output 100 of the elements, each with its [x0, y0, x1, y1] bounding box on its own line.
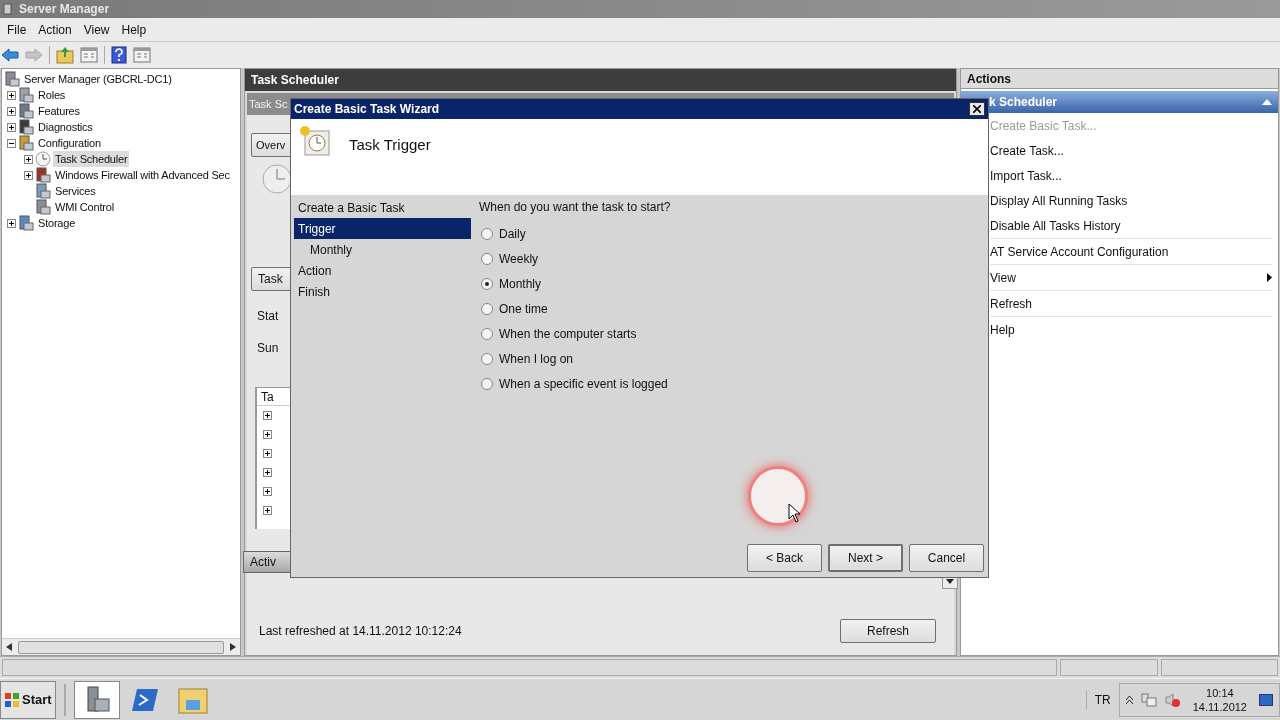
menu-item[interactable]: Action: [33, 20, 77, 39]
radio-label[interactable]: Daily: [499, 224, 526, 243]
node-icon: [18, 103, 34, 119]
mouse-pointer-icon: [788, 503, 800, 523]
expand-toggle[interactable]: [263, 487, 272, 496]
wizard-step: Action: [294, 260, 471, 281]
tree-item[interactable]: Configuration: [36, 134, 103, 152]
back-arrow-icon[interactable]: [1, 47, 19, 63]
show-desktop-icon[interactable]: [1259, 693, 1273, 706]
actions-pane-link[interactable]: Import Task...: [990, 166, 1062, 185]
radio-button[interactable]: [481, 352, 493, 365]
muted-speaker-icon[interactable]: [1164, 691, 1181, 708]
actions-pane-link[interactable]: Disable All Tasks History: [990, 216, 1121, 235]
actions-section-header[interactable]: k Scheduler: [961, 91, 1278, 113]
actions-pane-link[interactable]: Help: [990, 320, 1015, 339]
server-icon: [3, 3, 15, 15]
radio-label[interactable]: When the computer starts: [499, 324, 637, 343]
clock-icon: [261, 163, 293, 195]
tree-item[interactable]: Server Manager (GBCRL-DC1): [22, 70, 174, 88]
panel-icon[interactable]: [80, 47, 98, 63]
radio-button[interactable]: [481, 377, 493, 390]
wizard-step: Finish: [294, 281, 471, 302]
expand-toggle[interactable]: [263, 411, 272, 420]
menu-item[interactable]: View: [78, 20, 115, 39]
terminal-icon: [130, 687, 159, 712]
tree-item[interactable]: Storage: [36, 214, 78, 232]
expand-toggle[interactable]: [24, 170, 33, 180]
close-button[interactable]: [969, 102, 985, 116]
tree-item[interactable]: Features: [36, 102, 82, 120]
taskbar-button[interactable]: [73, 680, 120, 719]
node-icon: [35, 199, 51, 215]
tree-item[interactable]: Windows Firewall with Advanced Sec: [53, 166, 232, 184]
expand-toggle[interactable]: [263, 430, 272, 439]
start-button[interactable]: Start: [0, 680, 56, 719]
menu-item[interactable]: Help: [116, 20, 152, 39]
expand-toggle[interactable]: [263, 449, 272, 458]
tree-item[interactable]: Roles: [36, 86, 68, 104]
panel-icon[interactable]: [133, 47, 151, 63]
wizard-step: Trigger: [294, 218, 471, 239]
collapse-toggle[interactable]: [7, 138, 16, 148]
expand-toggle[interactable]: [24, 154, 33, 164]
horizontal-scrollbar[interactable]: [2, 638, 240, 655]
expand-toggle[interactable]: [7, 90, 16, 100]
actions-pane-link[interactable]: View: [990, 268, 1016, 287]
folder-up-icon[interactable]: [56, 46, 74, 64]
dialog-title: Create Basic Task Wizard: [294, 101, 440, 118]
clock-icon: [35, 151, 51, 167]
wizard-button[interactable]: Cancel: [909, 544, 984, 572]
expand-toggle[interactable]: [263, 506, 272, 515]
wizard-step: Create a Basic Task: [294, 197, 471, 218]
wizard-step: Monthly: [294, 239, 471, 260]
tree-item[interactable]: WMI Control: [53, 198, 116, 216]
node-icon: [18, 119, 34, 135]
network-icon[interactable]: [1140, 691, 1157, 708]
expand-toggle[interactable]: [263, 468, 272, 477]
expand-toggle[interactable]: [7, 106, 16, 116]
radio-button[interactable]: [481, 327, 493, 340]
actions-header: Actions: [961, 69, 1278, 89]
panel-header: Task Scheduler: [245, 69, 956, 91]
tree-item[interactable]: Diagnostics: [36, 118, 95, 136]
radio-button[interactable]: [481, 302, 493, 315]
tree-item[interactable]: Services: [53, 182, 98, 200]
actions-pane-link[interactable]: Display All Running Tasks: [990, 191, 1128, 210]
expand-toggle[interactable]: [7, 218, 16, 228]
tree-item[interactable]: Task Scheduler: [53, 150, 130, 168]
collapse-arrow-icon[interactable]: [1262, 99, 1272, 105]
node-icon: [18, 135, 34, 151]
node-icon: [35, 183, 51, 199]
radio-button[interactable]: [481, 277, 493, 290]
wizard-button[interactable]: Next >: [828, 544, 903, 572]
actions-pane-link[interactable]: Refresh: [990, 294, 1033, 313]
submenu-arrow-icon: [1267, 273, 1272, 282]
expand-toggle[interactable]: [7, 122, 16, 132]
node-icon: [35, 167, 51, 183]
help-icon[interactable]: [111, 46, 127, 64]
folder-icon: [177, 685, 208, 714]
chevron-up-icon[interactable]: [1125, 695, 1133, 704]
radio-label[interactable]: Weekly: [499, 249, 539, 268]
question-text: When do you want the task to start?: [479, 199, 672, 216]
window-title: Server Manager: [19, 1, 110, 18]
close-icon: [973, 105, 981, 113]
wizard-button[interactable]: < Back: [747, 544, 822, 572]
radio-label[interactable]: When a specific event is logged: [499, 374, 668, 393]
node-icon: [4, 71, 20, 87]
actions-pane-link[interactable]: Create Task...: [990, 141, 1064, 160]
radio-button[interactable]: [481, 252, 493, 265]
status-label: Sun: [257, 340, 279, 357]
last-refreshed-text: Last refreshed at 14.11.2012 10:12:24: [259, 623, 462, 640]
actions-pane-link[interactable]: AT Service Account Configuration: [990, 242, 1169, 261]
language-indicator[interactable]: TR: [1085, 690, 1119, 709]
radio-label[interactable]: One time: [499, 299, 548, 318]
scheduled-task-icon: [299, 125, 331, 157]
wizard-heading: Task Trigger: [349, 135, 431, 155]
radio-label[interactable]: Monthly: [499, 274, 542, 293]
refresh-button[interactable]: Refresh: [840, 619, 936, 643]
radio-label[interactable]: When I log on: [499, 349, 574, 368]
windows-logo-icon: [4, 691, 20, 708]
radio-button[interactable]: [481, 227, 493, 240]
menu-item[interactable]: File: [2, 20, 32, 39]
node-icon: [18, 215, 34, 231]
